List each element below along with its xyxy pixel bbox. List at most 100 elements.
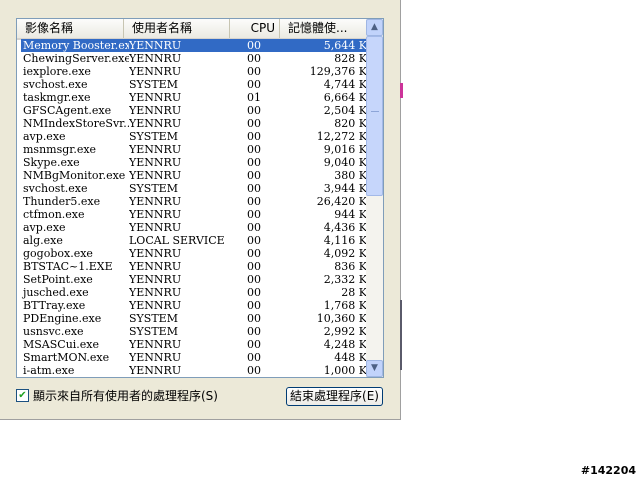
process-row[interactable]: svchost.exe SYSTEM 00 3,944 K bbox=[21, 182, 367, 195]
process-name: Skype.exe bbox=[23, 156, 80, 169]
column-cpu[interactable]: CPU bbox=[230, 19, 280, 38]
process-row[interactable]: taskmgr.exe YENNRU 01 6,664 K bbox=[21, 91, 367, 104]
process-cpu: 00 bbox=[247, 117, 261, 130]
process-row[interactable]: Skype.exe YENNRU 00 9,040 K bbox=[21, 156, 367, 169]
process-name: Memory Booster.exe bbox=[23, 39, 129, 52]
process-name: SmartMON.exe bbox=[23, 351, 110, 364]
process-memory: 4,248 K bbox=[323, 338, 367, 351]
window-edge-accent bbox=[400, 83, 403, 98]
process-row[interactable]: usnsvc.exe SYSTEM 00 2,992 K bbox=[21, 325, 367, 338]
process-memory: 6,664 K bbox=[323, 91, 367, 104]
process-user: YENNRU bbox=[129, 208, 182, 221]
process-cpu: 00 bbox=[247, 182, 261, 195]
process-row[interactable]: svchost.exe SYSTEM 00 4,744 K bbox=[21, 78, 367, 91]
process-row[interactable]: avp.exe YENNRU 00 4,436 K bbox=[21, 221, 367, 234]
process-cpu: 00 bbox=[247, 351, 261, 364]
window-edge-shadow bbox=[400, 300, 402, 370]
process-row[interactable]: NMIndexStoreSvr.... YENNRU 00 820 K bbox=[21, 117, 367, 130]
process-row[interactable]: msnmsgr.exe YENNRU 00 9,016 K bbox=[21, 143, 367, 156]
process-list[interactable]: 影像名稱 使用者名稱 CPU 記憶體使... Memory Booster.ex… bbox=[16, 18, 384, 378]
process-row[interactable]: PDEngine.exe SYSTEM 00 10,360 K bbox=[21, 312, 367, 325]
process-name: iexplore.exe bbox=[23, 65, 91, 78]
process-name: NMIndexStoreSvr.... bbox=[23, 117, 129, 130]
process-cpu: 00 bbox=[247, 39, 261, 52]
process-name: jusched.exe bbox=[23, 286, 89, 299]
process-name: avp.exe bbox=[23, 221, 66, 234]
process-name: usnsvc.exe bbox=[23, 325, 84, 338]
vertical-scrollbar[interactable]: ▲ ▼ bbox=[366, 19, 383, 377]
process-memory: 944 K bbox=[334, 208, 367, 221]
process-row[interactable]: jusched.exe YENNRU 00 28 K bbox=[21, 286, 367, 299]
process-row[interactable]: alg.exe LOCAL SERVICE 00 4,116 K bbox=[21, 234, 367, 247]
process-row[interactable]: MSASCui.exe YENNRU 00 4,248 K bbox=[21, 338, 367, 351]
process-row[interactable]: ctfmon.exe YENNRU 00 944 K bbox=[21, 208, 367, 221]
process-name: ctfmon.exe bbox=[23, 208, 85, 221]
end-process-button[interactable]: 結束處理程序(E) bbox=[286, 387, 383, 406]
process-cpu: 00 bbox=[247, 260, 261, 273]
show-all-users-option[interactable]: ✔ 顯示來自所有使用者的處理程序(S) bbox=[16, 387, 218, 404]
process-memory: 2,332 K bbox=[323, 273, 367, 286]
process-row[interactable]: BTSTAC~1.EXE YENNRU 00 836 K bbox=[21, 260, 367, 273]
column-user-name[interactable]: 使用者名稱 bbox=[124, 19, 230, 38]
scroll-down-arrow-icon[interactable]: ▼ bbox=[366, 360, 383, 377]
process-user: YENNRU bbox=[129, 91, 182, 104]
process-cpu: 00 bbox=[247, 247, 261, 260]
process-row[interactable]: avp.exe SYSTEM 00 12,272 K bbox=[21, 130, 367, 143]
checkmark-icon: ✔ bbox=[18, 390, 27, 401]
process-row[interactable]: ChewingServer.exe YENNRU 00 828 K bbox=[21, 52, 367, 65]
process-name: MSASCui.exe bbox=[23, 338, 100, 351]
process-user: YENNRU bbox=[129, 260, 182, 273]
process-memory: 836 K bbox=[334, 260, 367, 273]
process-name: SetPoint.exe bbox=[23, 273, 93, 286]
process-cpu: 00 bbox=[247, 312, 261, 325]
process-user: YENNRU bbox=[129, 143, 182, 156]
process-row[interactable]: iexplore.exe YENNRU 00 129,376 K bbox=[21, 65, 367, 78]
process-row[interactable]: SetPoint.exe YENNRU 00 2,332 K bbox=[21, 273, 367, 286]
process-user: YENNRU bbox=[129, 169, 182, 182]
process-name: alg.exe bbox=[23, 234, 63, 247]
process-memory: 1,768 K bbox=[323, 299, 367, 312]
process-cpu: 00 bbox=[247, 364, 261, 377]
process-user: YENNRU bbox=[129, 156, 182, 169]
process-cpu: 01 bbox=[247, 91, 261, 104]
show-all-users-checkbox[interactable]: ✔ bbox=[16, 389, 29, 402]
process-row[interactable]: BTTray.exe YENNRU 00 1,768 K bbox=[21, 299, 367, 312]
process-memory: 1,000 K bbox=[323, 364, 367, 377]
process-cpu: 00 bbox=[247, 130, 261, 143]
process-user: YENNRU bbox=[129, 195, 182, 208]
process-user: YENNRU bbox=[129, 65, 182, 78]
process-user: YENNRU bbox=[129, 52, 182, 65]
column-image-name[interactable]: 影像名稱 bbox=[17, 19, 124, 38]
process-row[interactable]: i-atm.exe YENNRU 00 1,000 K bbox=[21, 364, 367, 377]
process-row[interactable]: gogobox.exe YENNRU 00 4,092 K bbox=[21, 247, 367, 260]
process-user: YENNRU bbox=[129, 273, 182, 286]
process-memory: 26,420 K bbox=[316, 195, 367, 208]
process-name: NMBgMonitor.exe bbox=[23, 169, 126, 182]
process-user: YENNRU bbox=[129, 351, 182, 364]
process-memory: 4,436 K bbox=[323, 221, 367, 234]
process-cpu: 00 bbox=[247, 325, 261, 338]
process-row[interactable]: NMBgMonitor.exe YENNRU 00 380 K bbox=[21, 169, 367, 182]
process-memory: 4,116 K bbox=[323, 234, 367, 247]
scroll-up-arrow-icon[interactable]: ▲ bbox=[366, 19, 383, 36]
process-user: SYSTEM bbox=[129, 130, 178, 143]
process-name: Thunder5.exe bbox=[23, 195, 101, 208]
process-memory: 820 K bbox=[334, 117, 367, 130]
process-user: SYSTEM bbox=[129, 325, 178, 338]
process-user: YENNRU bbox=[129, 247, 182, 260]
process-memory: 4,092 K bbox=[323, 247, 367, 260]
process-cpu: 00 bbox=[247, 221, 261, 234]
show-all-users-label: 顯示來自所有使用者的處理程序(S) bbox=[33, 389, 218, 403]
process-name: taskmgr.exe bbox=[23, 91, 91, 104]
process-user: YENNRU bbox=[129, 338, 182, 351]
scroll-thumb[interactable] bbox=[366, 36, 383, 196]
process-memory: 9,016 K bbox=[323, 143, 367, 156]
process-cpu: 00 bbox=[247, 143, 261, 156]
process-row[interactable]: Thunder5.exe YENNRU 00 26,420 K bbox=[21, 195, 367, 208]
process-cpu: 00 bbox=[247, 273, 261, 286]
watermark: #142204 bbox=[580, 464, 636, 477]
column-memory[interactable]: 記憶體使... bbox=[280, 19, 367, 38]
process-row[interactable]: Memory Booster.exe YENNRU 00 5,644 K bbox=[21, 39, 367, 52]
process-row[interactable]: GFSCAgent.exe YENNRU 00 2,504 K bbox=[21, 104, 367, 117]
process-row[interactable]: SmartMON.exe YENNRU 00 448 K bbox=[21, 351, 367, 364]
